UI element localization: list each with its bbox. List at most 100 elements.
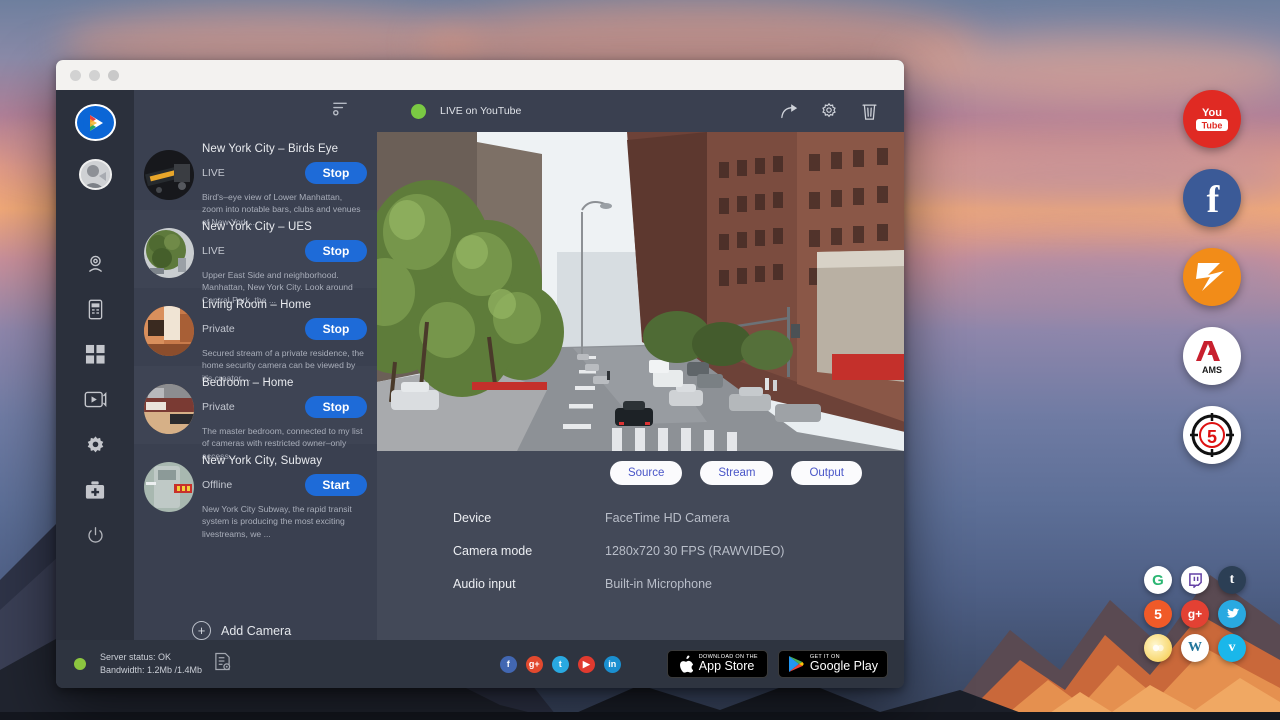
- google-play-badge[interactable]: Get it on Google Play: [778, 650, 888, 678]
- gear-icon: [820, 102, 838, 120]
- list-item[interactable]: New York City – Birds Eye LIVE Stop Bird…: [134, 132, 377, 210]
- camera-state: Offline: [202, 479, 232, 491]
- vimeo-icon[interactable]: v: [1218, 634, 1246, 662]
- detail-label: Device: [453, 511, 605, 525]
- store-badges[interactable]: Download on the App Store Get it on Goog…: [667, 650, 888, 678]
- server-status-dot: [74, 658, 86, 670]
- detail-label: Audio input: [453, 577, 605, 591]
- desktop-small-icons: G t 5 g+ W v: [1141, 563, 1250, 665]
- sidebar-item-webcam[interactable]: [71, 242, 119, 287]
- svg-text:You: You: [1202, 107, 1222, 119]
- settings-button[interactable]: [814, 97, 844, 125]
- camera-title: Bedroom – Home: [202, 377, 369, 389]
- server-status-line: Server status: OK: [100, 651, 202, 665]
- camera-toggle-button[interactable]: Stop: [305, 240, 367, 262]
- minimize-button[interactable]: [89, 70, 100, 81]
- googleplus-small-icon[interactable]: g+: [1181, 600, 1209, 628]
- camera-title: New York City – Birds Eye: [202, 143, 369, 155]
- camera-title: New York City – UES: [202, 221, 369, 233]
- sort-filter-icon[interactable]: [332, 100, 349, 122]
- detail-row-device: Device FaceTime HD Camera: [453, 511, 904, 525]
- live-status-dot: [411, 104, 426, 119]
- camera-list[interactable]: New York City – Birds Eye LIVE Stop Bird…: [134, 132, 377, 599]
- wordpress-icon[interactable]: W: [1181, 634, 1209, 662]
- webcam-icon: [85, 254, 106, 275]
- play-logo-icon: [82, 110, 108, 136]
- app-logo[interactable]: [75, 104, 116, 141]
- adobe-ams-desktop-icon[interactable]: AMS: [1183, 327, 1241, 385]
- sidebar-item-video-channel[interactable]: [71, 377, 119, 422]
- list-item[interactable]: New York City – UES LIVE Stop Upper East…: [134, 210, 377, 288]
- settings-tabs[interactable]: Source Stream Output: [377, 451, 904, 485]
- camera-state: LIVE: [202, 167, 225, 179]
- camera-toggle-button[interactable]: Stop: [305, 162, 367, 184]
- lightning-bolt-icon: [1190, 255, 1234, 299]
- user-avatar[interactable]: [79, 159, 112, 189]
- delete-button[interactable]: [854, 97, 884, 125]
- tab-source[interactable]: Source: [610, 461, 682, 485]
- flickr-icon[interactable]: [1144, 634, 1172, 662]
- facebook-icon[interactable]: f: [500, 656, 517, 673]
- tab-stream[interactable]: Stream: [700, 461, 773, 485]
- main-panel: LIVE on YouTube: [377, 90, 904, 640]
- log-document-icon[interactable]: [214, 652, 231, 676]
- sidebar-item-mobile-device[interactable]: [71, 287, 119, 332]
- list-item[interactable]: Bedroom – Home Private Stop The master b…: [134, 366, 377, 444]
- share-button[interactable]: [774, 97, 804, 125]
- detail-value[interactable]: FaceTime HD Camera: [605, 511, 730, 525]
- camera-toggle-button[interactable]: Stop: [305, 318, 367, 340]
- camera-state: Private: [202, 323, 235, 335]
- add-camera-button[interactable]: + Add Camera: [134, 599, 377, 640]
- youtube-icon[interactable]: ▶: [578, 656, 595, 673]
- app-store-badge[interactable]: Download on the App Store: [667, 650, 768, 678]
- twitter-icon[interactable]: t: [552, 656, 569, 673]
- sidebar-item-settings[interactable]: [71, 422, 119, 467]
- twitter-small-icon[interactable]: [1218, 600, 1246, 628]
- camera-thumbnail: [144, 384, 194, 434]
- detail-value[interactable]: 1280x720 30 FPS (RAWVIDEO): [605, 544, 784, 558]
- toolbox-plus-icon: [84, 480, 106, 500]
- linkedin-icon[interactable]: in: [604, 656, 621, 673]
- window-body: New York City – Birds Eye LIVE Stop Bird…: [56, 90, 904, 640]
- sidebar-item-power[interactable]: [71, 513, 119, 558]
- trash-icon: [861, 102, 878, 121]
- twitch-icon[interactable]: [1181, 566, 1209, 594]
- stream-toolbar: LIVE on YouTube: [377, 90, 904, 132]
- maximize-button[interactable]: [108, 70, 119, 81]
- app-window: New York City – Birds Eye LIVE Stop Bird…: [56, 60, 904, 688]
- googleplus-icon[interactable]: g+: [526, 656, 543, 673]
- detail-value[interactable]: Built-in Microphone: [605, 577, 712, 591]
- wowza-desktop-icon[interactable]: [1183, 248, 1241, 306]
- red5-desktop-icon[interactable]: 5: [1183, 406, 1241, 464]
- close-button[interactable]: [70, 70, 81, 81]
- list-item[interactable]: New York City, Subway Offline Start New …: [134, 444, 377, 522]
- gaming-icon[interactable]: G: [1144, 566, 1172, 594]
- camera-description: New York City Subway, the rapid transit …: [202, 503, 369, 540]
- sidebar-item-grid-view[interactable]: [71, 332, 119, 377]
- svg-text:5: 5: [1207, 427, 1217, 447]
- svg-text:AMS: AMS: [1202, 365, 1222, 375]
- server-status-text: Server status: OK Bandwidth: 1.2Mb /1.4M…: [100, 651, 202, 678]
- desktop-service-icons: You Tube f AMS: [1183, 90, 1241, 485]
- share-icon: [780, 103, 799, 120]
- camera-toggle-button[interactable]: Start: [305, 474, 367, 496]
- camera-thumbnail: [144, 150, 194, 200]
- social-links[interactable]: f g+ t ▶ in: [500, 656, 621, 673]
- camera-toggle-button[interactable]: Stop: [305, 396, 367, 418]
- list-item[interactable]: Living Room – Home Private Stop Secured …: [134, 288, 377, 366]
- add-camera-label: Add Camera: [221, 624, 291, 638]
- thumbnail-subway: [144, 462, 194, 512]
- red5-small-icon[interactable]: 5: [1144, 600, 1172, 628]
- sidebar-item-add-source[interactable]: [71, 468, 119, 513]
- street-scene: [377, 132, 904, 451]
- left-rail: [56, 90, 134, 640]
- camera-thumbnail: [144, 228, 194, 278]
- tab-output[interactable]: Output: [791, 461, 862, 485]
- tumblr-icon[interactable]: t: [1218, 566, 1246, 594]
- youtube-desktop-icon[interactable]: You Tube: [1183, 90, 1241, 148]
- mobile-device-icon: [86, 299, 105, 320]
- window-titlebar: [56, 60, 904, 90]
- video-preview[interactable]: [377, 132, 904, 451]
- avatar-icon: [81, 160, 110, 189]
- facebook-desktop-icon[interactable]: f: [1183, 169, 1241, 227]
